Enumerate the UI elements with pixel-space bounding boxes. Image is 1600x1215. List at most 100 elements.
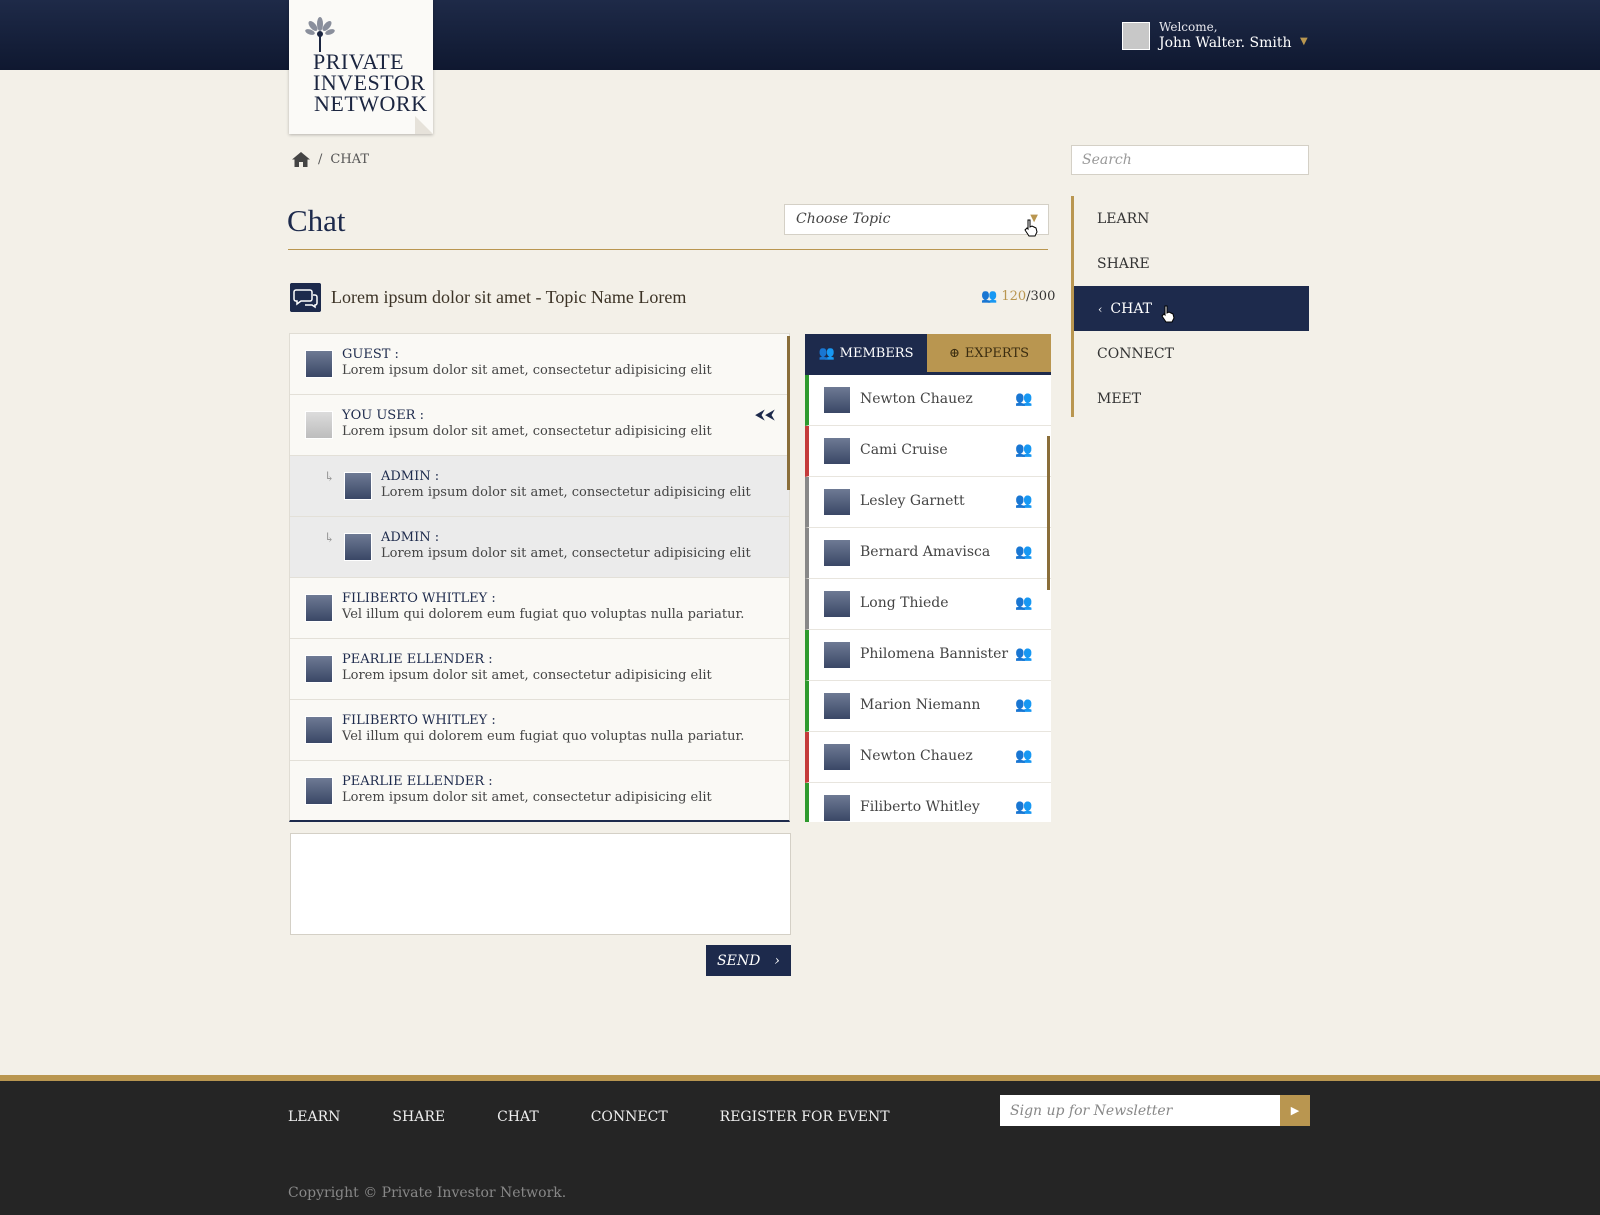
avatar (823, 488, 851, 516)
page-fold (415, 116, 433, 134)
message-input[interactable] (290, 833, 791, 935)
play-icon: ▶ (1290, 1105, 1300, 1117)
users-icon[interactable]: 👥 (1015, 595, 1032, 611)
newsletter-submit-button[interactable]: ▶ (1280, 1095, 1310, 1126)
user-menu[interactable]: Welcome, John Walter. Smith ▼ (1122, 20, 1317, 52)
member-name: Newton Chauez (860, 748, 973, 764)
topic-title: Lorem ipsum dolor sit amet - Topic Name … (331, 287, 687, 307)
sidebar-item-learn[interactable]: LEARN (1074, 196, 1309, 241)
users-icon[interactable]: 👥 (1015, 697, 1032, 713)
send-label: SEND (717, 952, 761, 969)
users-icon[interactable]: 👥 (1015, 391, 1032, 407)
reply-icon: ↳ (324, 470, 335, 485)
copyright: Copyright © Private Investor Network. (288, 1185, 567, 1201)
chat-message: PEARLIE ELLENDER : Lorem ipsum dolor sit… (290, 639, 789, 700)
welcome-label: Welcome, (1159, 20, 1218, 34)
member-row[interactable]: Filiberto Whitley 👥 (805, 783, 1051, 822)
user-name: John Walter. Smith (1159, 35, 1292, 51)
avatar (823, 437, 851, 465)
breadcrumb-current: CHAT (330, 152, 370, 167)
message-text: Lorem ipsum dolor sit amet, consectetur … (342, 363, 712, 378)
member-row[interactable]: Long Thiede 👥 (805, 579, 1051, 630)
member-row[interactable]: Newton Chauez 👥 (805, 375, 1051, 426)
message-text: Lorem ipsum dolor sit amet, consectetur … (342, 668, 712, 683)
members-scrollbar[interactable] (1047, 436, 1050, 590)
back-arrows-icon[interactable]: ⮜⮜ (755, 407, 775, 423)
message-author: FILIBERTO WHITLEY : (342, 591, 496, 606)
avatar (823, 641, 851, 669)
message-text: Lorem ipsum dolor sit amet, consectetur … (342, 424, 712, 439)
tab-members-label: MEMBERS (839, 345, 914, 361)
member-row[interactable]: Cami Cruise 👥 (805, 426, 1051, 477)
total-count: /300 (1026, 289, 1056, 304)
tab-experts-label: EXPERTS (964, 345, 1030, 361)
member-name: Philomena Bannister (860, 646, 1009, 662)
member-name: Newton Chauez (860, 391, 973, 407)
home-icon[interactable] (292, 152, 310, 167)
member-name: Filiberto Whitley (860, 799, 980, 815)
chat-message: GUEST : Lorem ipsum dolor sit amet, cons… (290, 334, 789, 395)
avatar (344, 472, 372, 500)
member-row[interactable]: Bernard Amavisca 👥 (805, 528, 1051, 579)
chat-reply: ↳ ADMIN : Lorem ipsum dolor sit amet, co… (290, 456, 789, 517)
chat-scrollbar[interactable] (787, 336, 790, 490)
avatar (305, 777, 333, 805)
avatar (823, 794, 851, 822)
avatar (305, 594, 333, 622)
chat-message: FILIBERTO WHITLEY : Vel illum qui dolore… (290, 578, 789, 639)
footer-nav: LEARN SHARE CHAT CONNECT REGISTER FOR EV… (288, 1109, 942, 1125)
member-row[interactable]: Lesley Garnett 👥 (805, 477, 1051, 528)
users-icon[interactable]: 👥 (1015, 493, 1032, 509)
avatar (823, 743, 851, 771)
member-row[interactable]: Newton Chauez 👥 (805, 732, 1051, 783)
sidebar-item-meet[interactable]: MEET (1074, 376, 1309, 421)
users-icon[interactable]: 👥 (1015, 748, 1032, 764)
avatar (305, 411, 333, 439)
topic-select[interactable]: Choose Topic ▼ (784, 204, 1049, 235)
sidebar-item-label: CHAT (1110, 301, 1153, 317)
footer: LEARN SHARE CHAT CONNECT REGISTER FOR EV… (0, 1075, 1600, 1215)
newsletter-input[interactable] (1000, 1095, 1280, 1126)
hand-cursor-icon (1161, 305, 1175, 323)
participant-count: 👥 120/300 (981, 289, 1055, 304)
chat-message: PEARLIE ELLENDER : Lorem ipsum dolor sit… (290, 761, 789, 820)
footer-link-share[interactable]: SHARE (392, 1109, 445, 1125)
chat-message: FILIBERTO WHITLEY : Vel illum qui dolore… (290, 700, 789, 761)
avatar (823, 590, 851, 618)
tab-members[interactable]: 👥 MEMBERS (805, 334, 927, 372)
users-icon[interactable]: 👥 (1015, 799, 1032, 815)
sidebar-item-connect[interactable]: CONNECT (1074, 331, 1309, 376)
footer-link-connect[interactable]: CONNECT (591, 1109, 668, 1125)
users-icon[interactable]: 👥 (1015, 646, 1032, 662)
globe-icon: ⊕ (948, 345, 960, 361)
users-icon[interactable]: 👥 (1015, 442, 1032, 458)
sidebar-item-chat[interactable]: ‹ CHAT (1074, 286, 1309, 331)
send-button[interactable]: SEND › (706, 945, 791, 976)
chevron-right-icon: › (774, 952, 780, 969)
side-nav: LEARN SHARE ‹ CHAT CONNECT MEET (1071, 196, 1309, 417)
reply-icon: ↳ (324, 531, 335, 546)
member-name: Marion Niemann (860, 697, 981, 713)
member-tabs: 👥 MEMBERS ⊕ EXPERTS (805, 334, 1051, 375)
top-bar: Welcome, John Walter. Smith ▼ (0, 0, 1600, 70)
search-input[interactable] (1071, 145, 1309, 175)
tab-experts[interactable]: ⊕ EXPERTS (927, 334, 1051, 372)
avatar (305, 655, 333, 683)
sidebar-item-share[interactable]: SHARE (1074, 241, 1309, 286)
member-row[interactable]: Philomena Bannister 👥 (805, 630, 1051, 681)
users-icon[interactable]: 👥 (1015, 544, 1032, 560)
footer-link-register[interactable]: REGISTER FOR EVENT (720, 1109, 890, 1125)
logo[interactable]: PRIVATE INVESTOR NETWORK (289, 0, 433, 134)
avatar (823, 539, 851, 567)
hand-cursor-icon (1024, 219, 1038, 237)
caret-down-icon[interactable]: ▼ (1300, 36, 1308, 47)
message-text: Vel illum qui dolorem eum fugiat quo vol… (342, 729, 745, 744)
footer-link-chat[interactable]: CHAT (497, 1109, 539, 1125)
online-count: 120 (1001, 289, 1027, 304)
chat-messages[interactable]: GUEST : Lorem ipsum dolor sit amet, cons… (289, 333, 790, 822)
footer-link-learn[interactable]: LEARN (288, 1109, 340, 1125)
avatar (823, 386, 851, 414)
member-row[interactable]: Marion Niemann 👥 (805, 681, 1051, 732)
chat-reply: ↳ ADMIN : Lorem ipsum dolor sit amet, co… (290, 517, 789, 578)
logo-line-3: NETWORK (314, 91, 428, 116)
